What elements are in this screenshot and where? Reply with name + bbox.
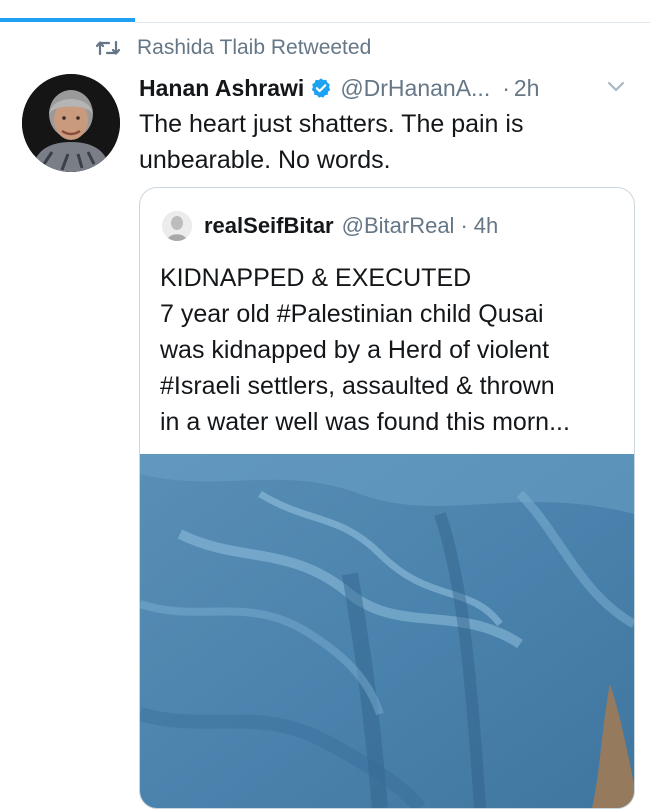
quoted-author-name: realSeifBitar [204, 213, 334, 238]
tweet-text-line: The heart just shatters. The pain is [139, 110, 524, 138]
quoted-text-line: KIDNAPPED & EXECUTED [160, 264, 472, 292]
tab-divider [135, 22, 650, 23]
quoted-timestamp: 4h [473, 213, 499, 238]
separator-dot: · [502, 74, 510, 101]
retweet-icon [95, 38, 121, 58]
retweet-banner-label: Rashida Tlaib Retweeted [137, 36, 372, 59]
author-handle[interactable]: @DrHananA... [340, 75, 490, 102]
quoted-author-avatar [162, 211, 192, 241]
tweet-text-line: unbearable. No words. [139, 146, 391, 174]
quoted-tweet-header: realSeifBitar @BitarReal · 4h [162, 210, 498, 242]
quoted-text-line: in a water well was found this morn... [160, 408, 570, 436]
tweet-header: Hanan Ashrawi @DrHananA... · 2h [139, 70, 644, 106]
tweet-body: The heart just shatters. The pain is unb… [139, 106, 629, 178]
active-tab-indicator [0, 18, 135, 22]
author-name[interactable]: Hanan Ashrawi [139, 75, 304, 102]
tweet-timestamp[interactable]: 2h [514, 75, 540, 102]
retweet-banner[interactable]: Rashida Tlaib Retweeted [95, 34, 371, 62]
chevron-down-icon[interactable] [606, 79, 626, 93]
avatar[interactable] [22, 74, 120, 172]
quoted-tweet-media[interactable] [140, 454, 634, 808]
quoted-text-line: 7 year old #Palestinian child Qusai [160, 300, 544, 328]
quoted-text-line: was kidnapped by a Herd of violent [160, 336, 550, 364]
quoted-tweet-card[interactable]: realSeifBitar @BitarReal · 4h KIDNAPPED … [139, 187, 635, 809]
quoted-tweet-body: KIDNAPPED & EXECUTED 7 year old #Palesti… [160, 260, 625, 440]
quoted-author-handle: @BitarReal [341, 213, 455, 238]
verified-badge-icon [310, 77, 332, 99]
quoted-text-line: #Israeli settlers, assaulted & thrown [160, 372, 555, 400]
quoted-separator-dot: · [460, 213, 468, 238]
